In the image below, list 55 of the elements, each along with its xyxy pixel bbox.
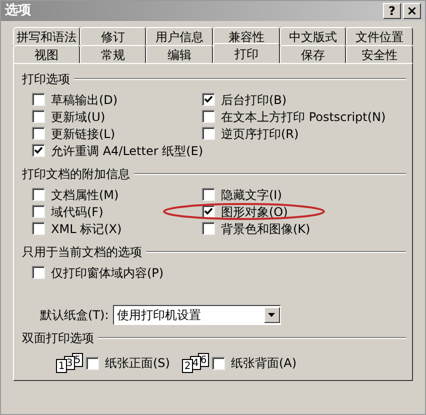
tab[interactable]: 中文版式	[280, 27, 346, 45]
window-title: 选项	[5, 2, 31, 20]
section-title: 双面打印选项	[22, 330, 94, 347]
checkbox[interactable]	[32, 110, 45, 123]
checkbox-label: 在文本上方打印 Postscript(N)	[221, 108, 386, 126]
checkbox-label: 纸张背面(A)	[231, 355, 297, 372]
section-title: 打印文档的附加信息	[22, 166, 130, 183]
checkmark-icon	[204, 207, 213, 216]
checkbox[interactable]	[32, 93, 45, 106]
checkbox-label: 隐藏文字(I)	[221, 186, 282, 204]
help-button[interactable]: ?	[383, 3, 401, 19]
checkbox-label: 背景色和图像(K)	[221, 220, 310, 238]
checkbox[interactable]	[86, 356, 99, 370]
checkbox-label: 后台打印(B)	[221, 92, 287, 108]
checkbox-label: 草稿输出(D)	[51, 92, 118, 108]
checkbox-label: 文档属性(M)	[51, 186, 119, 204]
checkbox-label: 仅打印窗体域内容(P)	[51, 264, 164, 282]
checkbox[interactable]	[212, 356, 225, 370]
checkbox-label: XML 标记(X)	[51, 220, 122, 238]
tab[interactable]: 拼写和语法	[13, 27, 80, 45]
tab[interactable]: 兼容性	[213, 27, 280, 45]
tab[interactable]: 文件位置	[346, 27, 414, 45]
checkbox[interactable]	[202, 93, 215, 106]
tab[interactable]: 保存	[280, 45, 346, 63]
checkmark-icon	[34, 146, 43, 155]
checkbox-label: 更新链接(L)	[51, 126, 116, 142]
checkbox[interactable]	[202, 188, 215, 201]
section-title: 打印选项	[22, 71, 70, 88]
checkbox[interactable]	[32, 205, 45, 218]
checkbox[interactable]	[32, 222, 45, 235]
checkbox[interactable]	[202, 222, 215, 235]
close-button[interactable]: ×	[403, 3, 421, 19]
tab[interactable]: 用户信息	[146, 27, 214, 45]
checkbox-label: 允许重调 A4/Letter 纸型(E)	[51, 142, 204, 160]
checkbox-label: 图形对象(O)	[221, 204, 288, 220]
tray-label: 默认纸盒(T):	[40, 307, 109, 324]
checkbox[interactable]	[202, 127, 215, 140]
checkmark-icon	[204, 95, 213, 104]
tab[interactable]: 常规	[80, 45, 146, 63]
tab[interactable]: 修订	[80, 27, 146, 45]
checkbox[interactable]	[32, 144, 45, 157]
checkbox[interactable]	[32, 188, 45, 201]
checkbox[interactable]	[32, 127, 45, 140]
section-title: 只用于当前文档的选项	[22, 244, 142, 261]
tray-dropdown[interactable]: 使用打印机设置	[112, 305, 281, 325]
tab[interactable]: 编辑	[146, 45, 214, 63]
tab[interactable]: 打印	[213, 43, 280, 63]
checkbox[interactable]	[32, 266, 45, 279]
checkbox-label: 更新域(U)	[51, 108, 106, 126]
checkbox[interactable]	[202, 110, 215, 123]
checkbox-label: 域代码(F)	[51, 204, 104, 220]
tab[interactable]: 视图	[13, 45, 80, 63]
tab[interactable]: 安全性	[346, 45, 414, 63]
checkbox-label: 纸张正面(S)	[105, 355, 170, 372]
checkbox-label: 逆页序打印(R)	[221, 126, 299, 142]
